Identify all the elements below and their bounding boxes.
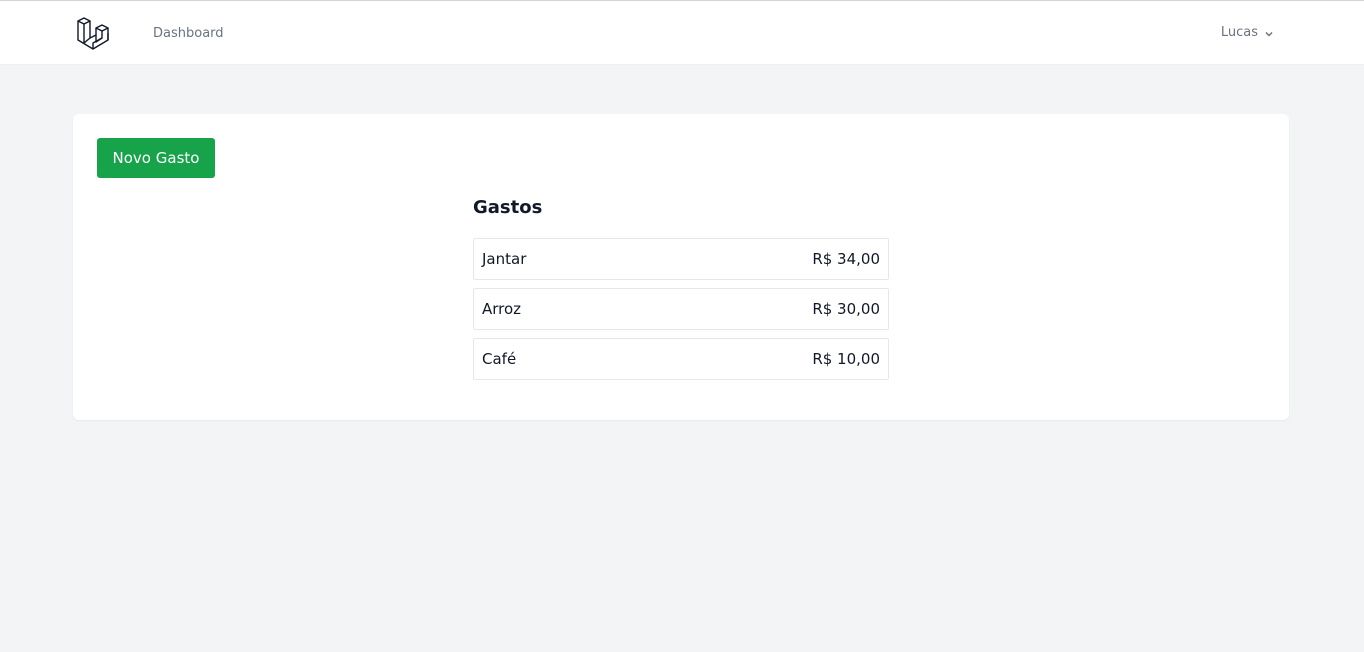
chevron-down-icon [1264,28,1274,38]
expense-amount: R$ 34,00 [812,250,880,268]
new-expense-button[interactable]: Novo Gasto [97,138,215,178]
top-navigation: Dashboard Lucas [0,0,1364,65]
user-menu[interactable]: Lucas [1221,25,1274,40]
user-name: Lucas [1220,25,1258,40]
expense-row: Arroz R$ 30,00 [473,288,889,330]
expense-name: Café [482,350,517,368]
expenses-card: Novo Gasto Gastos Jantar R$ 34,00 Arroz … [73,114,1289,420]
dashboard-link[interactable]: Dashboard [153,26,224,41]
expense-name: Arroz [482,300,522,318]
expense-amount: R$ 30,00 [812,300,880,318]
laravel-logo-icon[interactable] [75,16,111,52]
expense-row: Café R$ 10,00 [473,338,889,380]
expense-name: Jantar [482,250,527,268]
expense-list: Jantar R$ 34,00 Arroz R$ 30,00 Café R$ 1… [473,238,889,388]
expense-row: Jantar R$ 34,00 [473,238,889,280]
expenses-title: Gastos [473,197,543,218]
expense-amount: R$ 10,00 [812,350,880,368]
